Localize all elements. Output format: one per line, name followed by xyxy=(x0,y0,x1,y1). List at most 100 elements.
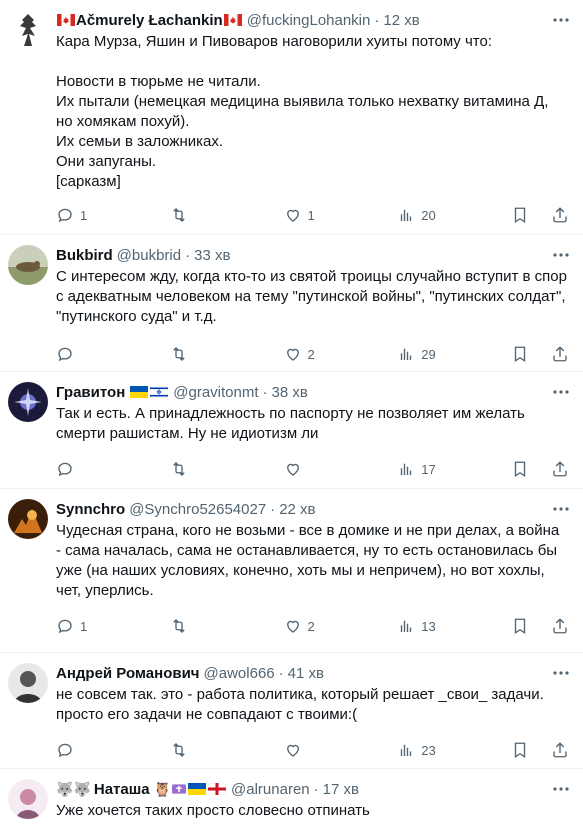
like-button[interactable]: 1 xyxy=(284,206,354,224)
like-count: 2 xyxy=(307,346,315,362)
heart-icon xyxy=(286,463,299,476)
bookmark-button[interactable] xyxy=(511,617,529,635)
view-count: 20 xyxy=(421,207,436,223)
repost-icon xyxy=(173,462,185,476)
avatar[interactable] xyxy=(8,779,48,819)
views-button[interactable]: 20 xyxy=(397,206,467,224)
reply-icon xyxy=(58,462,72,477)
reply-button[interactable]: 1 xyxy=(56,206,126,224)
views-button[interactable]: 29 xyxy=(397,345,467,363)
views-chart-icon xyxy=(401,744,412,756)
like-button[interactable]: 2 xyxy=(284,617,354,635)
repost-icon xyxy=(173,208,185,222)
more-options-icon[interactable] xyxy=(551,779,571,799)
share-button[interactable] xyxy=(551,345,569,363)
user-handle[interactable]: @awol666 xyxy=(204,665,275,682)
timestamp[interactable]: 33 хв xyxy=(194,247,230,264)
tweet[interactable]: Bukbird @bukbrid · 33 хв С интересом жду… xyxy=(0,235,583,372)
share-button[interactable] xyxy=(551,617,569,635)
views-button[interactable]: 23 xyxy=(397,741,467,759)
reply-icon xyxy=(58,208,72,223)
bookmark-button[interactable] xyxy=(511,206,529,224)
bookmark-button[interactable] xyxy=(511,345,529,363)
user-handle[interactable]: @Synchro52654027 xyxy=(129,501,266,518)
views-button[interactable]: 13 xyxy=(397,617,467,635)
reply-button[interactable] xyxy=(56,741,126,759)
like-button[interactable]: 2 xyxy=(284,345,354,363)
tweet[interactable]: Андрей Романович @awol666 · 41 хв не сов… xyxy=(0,653,583,769)
views-chart-icon xyxy=(401,348,412,360)
repost-button[interactable] xyxy=(170,741,240,759)
display-name[interactable]: Гравитон xyxy=(56,384,125,401)
avatar[interactable] xyxy=(8,10,48,50)
tweet[interactable]: Synnchro @Synchro52654027 · 22 хв Чудесн… xyxy=(0,489,583,653)
reply-icon xyxy=(58,743,72,758)
heart-icon xyxy=(286,348,299,361)
like-button[interactable] xyxy=(284,460,354,478)
more-options-icon[interactable] xyxy=(551,245,571,265)
repost-button[interactable] xyxy=(170,617,240,635)
timestamp[interactable]: 41 хв xyxy=(288,665,324,682)
reply-icon xyxy=(58,619,72,634)
reply-feed: Аčmurely Łachankin @fuckingLohankin · 12… xyxy=(0,0,583,833)
reply-button[interactable] xyxy=(56,345,126,363)
reply-button[interactable] xyxy=(56,460,126,478)
more-options-icon[interactable] xyxy=(551,499,571,519)
more-options-icon[interactable] xyxy=(551,663,571,683)
tweet[interactable]: 🐺 🐺 Наташа 🦉 @alrunaren · 17 хв Уже хоче… xyxy=(0,769,583,833)
more-options-icon[interactable] xyxy=(551,10,571,30)
wolf-icon: 🐺 xyxy=(56,780,74,797)
repost-icon xyxy=(173,743,185,757)
display-name[interactable]: Bukbird xyxy=(56,247,113,264)
reply-icon xyxy=(58,347,72,362)
tweet-text: Уже хочется таких просто словесно отпина… xyxy=(56,802,370,819)
user-handle[interactable]: @alrunaren xyxy=(231,781,310,798)
canada-flag-icon xyxy=(57,14,75,26)
timestamp[interactable]: 12 хв xyxy=(383,12,419,29)
avatar[interactable] xyxy=(8,663,48,703)
avatar[interactable] xyxy=(8,245,48,285)
canada-flag-icon xyxy=(223,14,242,26)
tweet[interactable]: Аčmurely Łachankin @fuckingLohankin · 12… xyxy=(0,0,583,235)
tweet-actions: 2 29 xyxy=(56,331,569,377)
view-count: 17 xyxy=(421,461,436,477)
tweet-actions: 23 xyxy=(56,727,569,773)
bookmark-button[interactable] xyxy=(511,741,529,759)
avatar[interactable] xyxy=(8,499,48,539)
bookmark-button[interactable] xyxy=(511,460,529,478)
repost-button[interactable] xyxy=(170,460,240,478)
repost-icon xyxy=(173,619,185,633)
tweet-actions: 1 2 13 xyxy=(56,603,569,649)
like-button[interactable] xyxy=(284,741,354,759)
avatar[interactable] xyxy=(8,382,48,422)
share-button[interactable] xyxy=(551,741,569,759)
reply-count: 1 xyxy=(80,207,88,223)
display-name[interactable]: Synnchro xyxy=(56,501,125,518)
tweet-text: Кара Мурза, Яшин и Пивоваров наговорили … xyxy=(56,33,549,190)
repost-button[interactable] xyxy=(170,206,240,224)
share-button[interactable] xyxy=(551,206,569,224)
timestamp[interactable]: 38 хв xyxy=(272,384,308,401)
display-name[interactable]: Андрей Романович xyxy=(56,665,200,682)
timestamp[interactable]: 22 хв xyxy=(279,501,315,518)
tweet-text: Чудесная страна, кого не возьми - все в … xyxy=(56,522,564,599)
repost-button[interactable] xyxy=(170,345,240,363)
views-chart-icon xyxy=(401,209,412,221)
israel-flag-icon xyxy=(150,386,169,398)
wolf-icon: 🐺 xyxy=(73,780,91,797)
display-name[interactable]: Наташа xyxy=(94,781,150,798)
more-options-icon[interactable] xyxy=(551,382,571,402)
views-chart-icon xyxy=(401,463,412,475)
ukraine-flag-icon xyxy=(188,783,207,795)
reply-button[interactable]: 1 xyxy=(56,617,126,635)
views-button[interactable]: 17 xyxy=(397,460,467,478)
display-name[interactable]: Аčmurely Łachankin xyxy=(76,12,223,29)
timestamp[interactable]: 17 хв xyxy=(323,781,359,798)
user-handle[interactable]: @fuckingLohankin xyxy=(247,12,371,29)
user-handle[interactable]: @gravitonmt xyxy=(173,384,258,401)
tweet[interactable]: Гравитон @gravitonmt · 38 хв Так и есть.… xyxy=(0,372,583,489)
share-button[interactable] xyxy=(551,460,569,478)
reply-count: 1 xyxy=(80,618,88,634)
user-handle[interactable]: @bukbrid xyxy=(117,247,181,264)
tweet-header: Андрей Романович @awol666 · 41 хв xyxy=(56,664,324,682)
